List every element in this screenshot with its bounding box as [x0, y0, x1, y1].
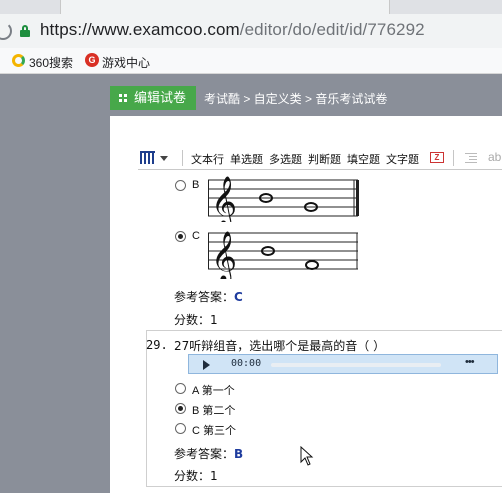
lock-icon[interactable]: [20, 25, 30, 37]
score-label: 分数：: [174, 469, 211, 483]
toolbar-text-question[interactable]: 文字题: [386, 151, 419, 167]
audio-player: 00:00 •••: [188, 354, 498, 374]
score-label: 分数：: [174, 313, 211, 327]
url-host: https://www.examcoo.com: [40, 20, 240, 39]
svg-text:𝄞: 𝄞: [211, 231, 237, 279]
answer-label: 参考答案：: [174, 290, 235, 304]
columns-icon[interactable]: [140, 151, 155, 164]
toolbar-fill-blank[interactable]: 填空题: [347, 151, 380, 167]
tab-strip: [0, 0, 502, 14]
answer-label: 参考答案：: [174, 447, 235, 461]
score-28: 分数：1: [174, 311, 218, 328]
toolbar-true-false[interactable]: 判断题: [308, 151, 341, 167]
play-icon[interactable]: [203, 360, 210, 370]
toolbar-separator: [182, 150, 183, 166]
breadcrumb: 考试酷 > 自定义类 > 音乐考试试卷: [204, 92, 388, 106]
toolbar-single-choice[interactable]: 单选题: [230, 151, 263, 167]
score-29: 分数：1: [174, 467, 218, 484]
screen: https://www.examcoo.com/editor/do/edit/i…: [0, 0, 502, 493]
option-letter-c: C: [192, 230, 200, 242]
question-number: 29.: [146, 338, 168, 352]
radio-option-b[interactable]: [175, 180, 186, 191]
radio-option-b[interactable]: [175, 403, 186, 414]
option-c-label: C 第三个: [192, 425, 237, 437]
answer-value: B: [234, 447, 244, 461]
score-value: 1: [210, 469, 218, 483]
url-path: /editor/do/edit/id/776292: [239, 20, 425, 39]
mouse-pointer-icon: [300, 446, 314, 466]
toolbar-ab[interactable]: ab: [488, 150, 501, 164]
edit-exam-button[interactable]: 编辑试卷: [110, 86, 196, 110]
reference-answer-28: 参考答案：C: [174, 288, 243, 305]
editor-toolbar: 文本行 单选题 多选题 判断题 填空题 文字题 Z ab: [138, 146, 502, 170]
edit-exam-label: 编辑试卷: [134, 90, 187, 105]
bookmarks-bar: 360搜索 G 游戏中心: [0, 48, 502, 74]
audio-time: 00:00: [231, 358, 262, 369]
audio-progress-bar[interactable]: [271, 363, 441, 367]
more-options-icon[interactable]: •••: [465, 356, 475, 368]
url-text[interactable]: https://www.examcoo.com/editor/do/edit/i…: [40, 20, 425, 40]
radio-option-a[interactable]: [175, 383, 186, 394]
svg-text:𝄞: 𝄞: [211, 176, 237, 222]
game-center-icon: G: [85, 53, 99, 67]
reference-answer-29: 参考答案：B: [174, 445, 243, 462]
radio-option-c[interactable]: [175, 231, 186, 242]
grid-icon: [119, 94, 128, 103]
bookmark-game-center[interactable]: 游戏中心: [102, 54, 150, 71]
list-indent-icon[interactable]: [465, 153, 477, 163]
address-bar[interactable]: https://www.examcoo.com/editor/do/edit/i…: [0, 14, 502, 48]
toolbar-multiple-choice[interactable]: 多选题: [269, 151, 302, 167]
browser-tab[interactable]: [60, 0, 390, 14]
360-logo-icon: [12, 54, 25, 67]
staff-notation-c: 𝄞: [208, 231, 358, 279]
radio-option-c[interactable]: [175, 423, 186, 434]
chevron-down-icon[interactable]: [160, 156, 168, 161]
toolbar-z-badge[interactable]: Z: [430, 152, 444, 163]
option-a-label: A 第一个: [192, 385, 235, 397]
option-letter-b: B: [192, 179, 200, 191]
option-b-label: B 第二个: [192, 405, 236, 417]
staff-notation-b: 𝄞: [208, 176, 359, 222]
answer-value: C: [234, 290, 243, 304]
score-value: 1: [210, 313, 218, 327]
question-text: 27听辩组音，选出哪个是最高的音（ ）: [174, 339, 386, 353]
reload-icon[interactable]: [0, 22, 12, 40]
bookmark-360[interactable]: 360搜索: [29, 54, 73, 71]
toolbar-separator: [453, 150, 454, 166]
toolbar-text-line[interactable]: 文本行: [191, 151, 224, 167]
